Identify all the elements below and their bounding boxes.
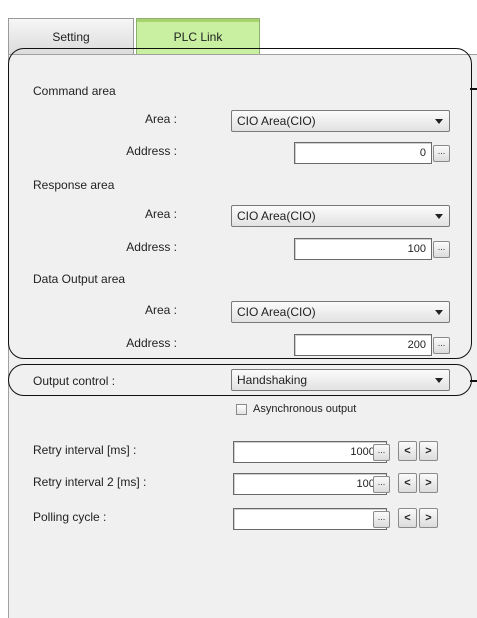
response-area-address-input[interactable]: 100	[294, 238, 432, 260]
response-area-area-label: Area :	[144, 207, 177, 221]
retry-interval-increase-button[interactable]: >	[419, 441, 438, 461]
command-area-address-browse-button[interactable]: ...	[433, 145, 450, 162]
tab-bar: Setting PLC Link	[0, 8, 477, 54]
areas-callout-leader	[470, 88, 477, 90]
data-output-area-area-select[interactable]: CIO Area(CIO)	[231, 301, 450, 323]
retry-interval-input[interactable]: 10000	[233, 441, 387, 463]
output-control-callout-leader	[470, 380, 477, 382]
retry-interval-2-browse-button[interactable]: ...	[373, 476, 390, 493]
retry-interval-2-increase-button[interactable]: >	[419, 473, 438, 493]
response-area-heading: Response area	[33, 178, 115, 192]
chevron-down-icon	[435, 378, 443, 383]
output-control-label: Output control :	[33, 374, 116, 388]
data-output-area-address-browse-button[interactable]: ...	[433, 337, 450, 354]
chevron-down-icon	[435, 214, 443, 219]
retry-interval-2-input[interactable]: 1000	[233, 473, 387, 495]
command-area-address-input[interactable]: 0	[294, 142, 432, 164]
async-output-checkbox[interactable]	[236, 404, 247, 415]
retry-interval-browse-button[interactable]: ...	[373, 444, 390, 461]
polling-cycle-increase-button[interactable]: >	[419, 508, 438, 528]
command-area-heading: Command area	[33, 84, 116, 98]
top-strip	[0, 0, 477, 8]
retry-interval-2-label: Retry interval 2 [ms] :	[33, 475, 147, 489]
chevron-down-icon	[435, 119, 443, 124]
retry-interval-2-decrease-button[interactable]: <	[398, 473, 417, 493]
response-area-address-label: Address :	[126, 240, 177, 254]
output-control-select[interactable]: Handshaking	[231, 369, 450, 391]
data-output-area-heading: Data Output area	[33, 272, 126, 286]
command-area-area-value: CIO Area(CIO)	[237, 114, 316, 128]
retry-interval-decrease-button[interactable]: <	[398, 441, 417, 461]
tab-plc-link[interactable]: PLC Link	[136, 18, 260, 54]
retry-interval-label: Retry interval [ms] :	[33, 443, 137, 457]
data-output-area-address-label: Address :	[126, 336, 177, 350]
polling-cycle-input[interactable]: 0	[233, 508, 387, 530]
data-output-area-area-value: CIO Area(CIO)	[237, 305, 316, 319]
polling-cycle-label: Polling cycle :	[33, 510, 107, 524]
data-output-area-area-label: Area :	[144, 303, 177, 317]
command-area-area-select[interactable]: CIO Area(CIO)	[231, 110, 450, 132]
async-output-label: Asynchronous output	[253, 403, 357, 415]
tab-setting[interactable]: Setting	[8, 18, 134, 54]
polling-cycle-browse-button[interactable]: ...	[373, 511, 390, 528]
command-area-area-label: Area :	[144, 112, 177, 126]
data-output-area-address-input[interactable]: 200	[294, 334, 432, 356]
polling-cycle-decrease-button[interactable]: <	[398, 508, 417, 528]
response-area-area-value: CIO Area(CIO)	[237, 209, 316, 223]
chevron-down-icon	[435, 310, 443, 315]
response-area-address-browse-button[interactable]: ...	[433, 241, 450, 258]
response-area-area-select[interactable]: CIO Area(CIO)	[231, 205, 450, 227]
output-control-value: Handshaking	[237, 373, 308, 387]
command-area-address-label: Address :	[126, 144, 177, 158]
